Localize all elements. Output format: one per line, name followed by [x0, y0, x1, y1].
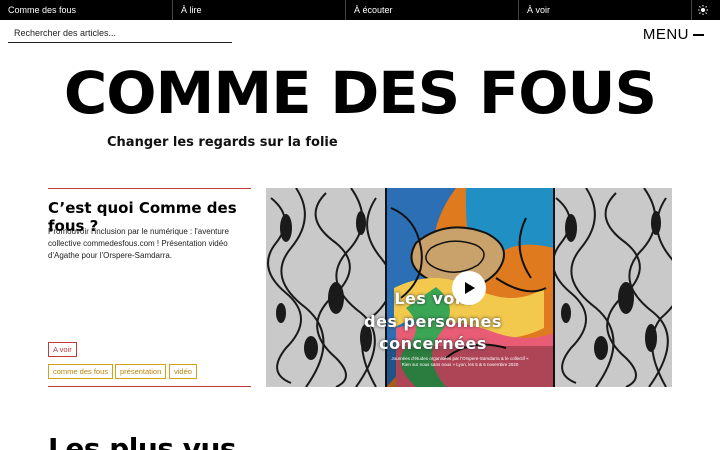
site-tagline: Changer les regards sur la folie — [107, 135, 338, 150]
play-button[interactable] — [452, 271, 486, 305]
section-heading: Les plus vus — [48, 432, 237, 450]
nav-item-a-voir[interactable]: À voir — [519, 0, 692, 20]
site-title[interactable]: COMME DES FOUS — [0, 56, 720, 130]
keyword-tag[interactable]: comme des fous — [48, 364, 114, 379]
video-title-line: des personnes — [364, 312, 502, 331]
sun-icon — [698, 5, 708, 15]
play-icon — [465, 282, 475, 294]
theme-toggle-button[interactable] — [692, 0, 720, 20]
menu-button[interactable]: MENU — [643, 26, 704, 43]
menu-label: MENU — [642, 26, 689, 43]
video-caption: Journées d'études organisées par l'Orspe… — [391, 356, 529, 367]
feature-description: Promouvoir l'inclusion par le numérique … — [48, 227, 229, 260]
menu-dash-icon — [693, 33, 704, 36]
nav-item-comme-des-fous[interactable]: Comme des fous — [0, 0, 173, 20]
video-title-line: concernées — [379, 334, 487, 353]
keyword-tag[interactable]: vidéo — [169, 364, 197, 379]
nav-item-a-ecouter[interactable]: À écouter — [346, 0, 519, 20]
top-nav: Comme des fous À lire À écouter À voir — [0, 0, 720, 20]
search-input[interactable] — [8, 23, 232, 43]
keyword-tag[interactable]: présentation — [115, 364, 167, 379]
nav-item-a-lire[interactable]: À lire — [173, 0, 346, 20]
video-player[interactable]: Les voix des personnes concernées Journé… — [266, 188, 672, 387]
category-tag[interactable]: A voir — [48, 342, 77, 357]
card-divider-bottom — [48, 386, 251, 387]
card-divider-top — [48, 188, 251, 189]
video-title-line: Les voix — [394, 289, 472, 308]
